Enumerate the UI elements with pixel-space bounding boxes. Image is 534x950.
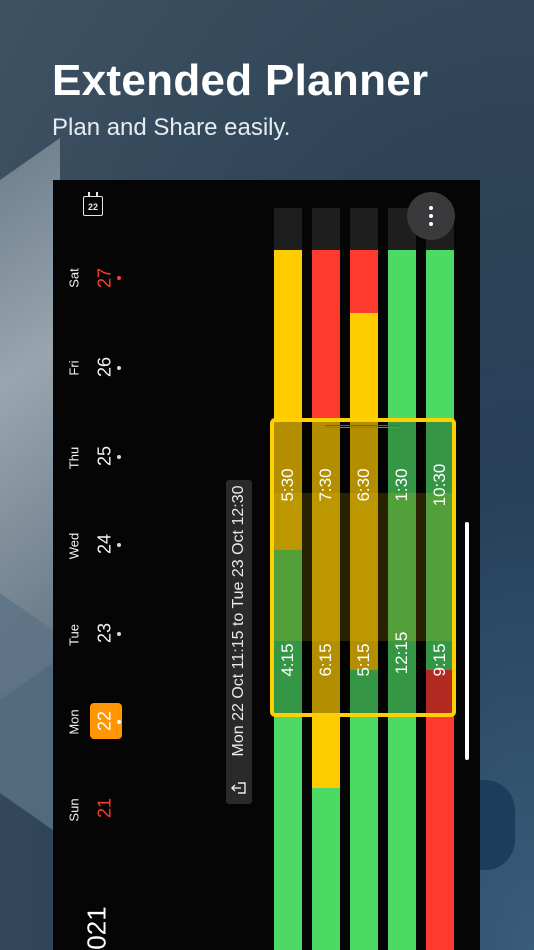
share-range-text: Mon 22 Oct 11:15 to Tue 23 Oct 12:30 [230, 485, 247, 757]
event-dot [117, 632, 121, 636]
more-options-button[interactable] [407, 192, 455, 240]
day-name: Sat [66, 268, 82, 288]
selection-drag-handle[interactable] [325, 425, 401, 428]
time-end-label: 6:15 [316, 643, 335, 677]
headline: Extended Planner [52, 56, 429, 105]
day-number[interactable]: 23 [95, 623, 116, 643]
day-name: Mon [66, 709, 82, 735]
day-name: Fri [66, 360, 82, 376]
time-start-label: 5:30 [278, 468, 297, 502]
time-end-label: 4:15 [278, 643, 297, 677]
day-number[interactable]: 22 [95, 711, 116, 731]
day-number[interactable]: 25 [95, 446, 116, 466]
day-number[interactable]: 26 [95, 357, 116, 377]
day-number[interactable]: 21 [95, 798, 116, 818]
device-screen: 22 Sat 27 Fri 26 Thu 25 Wed 24 Tue 23 Mo… [53, 180, 480, 950]
day-number[interactable]: 24 [95, 534, 116, 554]
event-dot [117, 366, 121, 370]
time-start-label: 7:30 [316, 468, 335, 502]
event-dot [117, 543, 121, 547]
day-name: Tue [66, 624, 82, 646]
event-dot [117, 455, 121, 459]
day-name: Thu [66, 446, 82, 470]
day-name: Wed [66, 532, 82, 560]
share-icon[interactable] [231, 780, 247, 796]
event-dot [117, 720, 121, 724]
day-name: Sun [66, 798, 82, 822]
event-dot [117, 276, 121, 280]
day-number[interactable]: 27 [95, 268, 116, 288]
time-start-label: 6:30 [354, 468, 373, 502]
time-start-label: 1:30 [392, 468, 411, 502]
time-end-label: 5:15 [354, 643, 373, 677]
time-end-label: 12:15 [392, 631, 411, 675]
calendar-icon[interactable]: 22 [83, 192, 103, 216]
subheadline: Plan and Share easily. [52, 114, 291, 141]
time-end-label: 9:15 [430, 643, 449, 677]
scrollbar[interactable] [465, 522, 469, 760]
year-label: 021 [81, 906, 112, 950]
time-start-label: 10:30 [430, 463, 449, 507]
